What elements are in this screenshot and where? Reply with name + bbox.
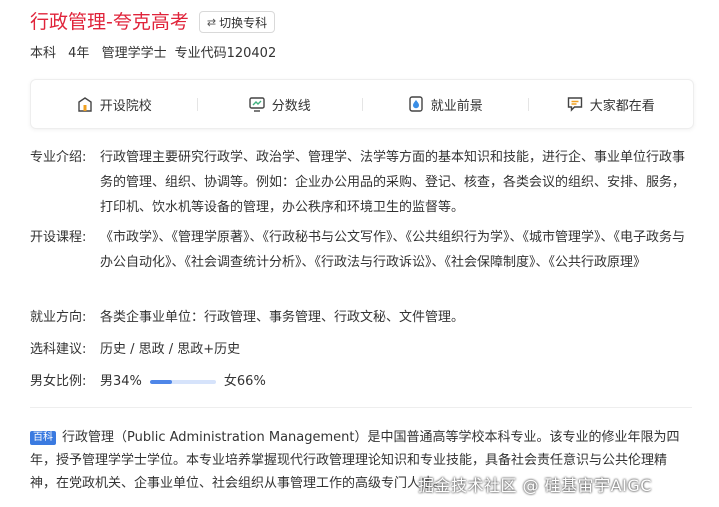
male-ratio: 男34% — [100, 374, 142, 389]
tab-popular[interactable]: 大家都在看 — [527, 80, 694, 128]
switch-level-button[interactable]: ⇄ 切换专科 — [198, 11, 276, 33]
swap-icon: ⇄ — [206, 15, 217, 29]
watermark: 掘金技术社区 @ 硅基宙宇AIGC — [418, 476, 652, 495]
school-icon — [78, 97, 92, 112]
meta-duration: 4年 — [68, 46, 90, 61]
tab-employment[interactable]: 就业前景 — [362, 80, 528, 128]
tab-scores[interactable]: 分数线 — [196, 80, 363, 128]
employment-text: 各类企事业单位：行政管理、事务管理、行政文秘、文件管理。 — [100, 310, 465, 325]
ratio-row: 男34% 女66% — [100, 369, 690, 394]
tab-scores-label: 分数线 — [271, 98, 311, 114]
subjects-label: 选科建议: — [30, 342, 87, 357]
section-divider — [30, 407, 692, 408]
page-title: 行政管理-夸克高考 — [30, 8, 189, 36]
title-main: 行政管理 — [30, 11, 107, 33]
switch-level-label: 切换专科 — [219, 15, 268, 30]
major-meta: 本科 4年 管理学学士 专业代码120402 — [30, 42, 284, 61]
title-separator: - — [106, 11, 113, 33]
courses-label: 开设课程: — [30, 230, 87, 245]
ratio-label: 男女比例: — [30, 374, 87, 389]
meta-degree: 管理学学士 — [101, 46, 167, 61]
chat-icon — [567, 97, 582, 112]
major-tabs: 开设院校 分数线 就业前景 大家都在看 — [30, 79, 694, 129]
intro-section: 专业介绍: 行政管理主要研究行政学、政治学、管理学、法学等方面的基本知识和技能，… — [30, 145, 690, 220]
male-ratio-fill — [149, 379, 173, 384]
page-header: 行政管理-夸克高考 ⇄ 切换专科 — [30, 8, 276, 36]
tab-schools-label: 开设院校 — [99, 98, 152, 114]
courses-text: 《市政学》、《管理学原著》、《行政秘书与公文写作》、《公共组织行为学》、《城市管… — [100, 230, 686, 270]
subjects-section: 选科建议: 历史 / 思政 / 思政+历史 — [30, 337, 690, 362]
employment-label: 就业方向: — [30, 310, 87, 325]
monitor-icon — [249, 97, 265, 112]
tab-schools[interactable]: 开设院校 — [31, 80, 197, 128]
title-suffix: 夸克高考 — [112, 11, 189, 33]
intro-text: 行政管理主要研究行政学、政治学、管理学、法学等方面的基本知识和技能，进行企、事业… — [100, 150, 686, 215]
meta-level: 本科 — [30, 46, 57, 61]
baike-badge: 百科 — [30, 431, 56, 445]
female-ratio: 女66% — [223, 374, 266, 389]
intro-label: 专业介绍: — [30, 150, 87, 165]
ratio-section: 男女比例: 男34% 女66% — [30, 369, 690, 394]
courses-section: 开设课程: 《市政学》、《管理学原著》、《行政秘书与公文写作》、《公共组织行为学… — [30, 225, 690, 275]
drop-icon — [409, 96, 423, 112]
tab-employment-label: 就业前景 — [430, 98, 483, 114]
meta-code: 专业代码120402 — [174, 46, 277, 61]
gender-ratio-bar — [149, 379, 216, 384]
tab-popular-label: 大家都在看 — [589, 98, 655, 114]
employment-section: 就业方向: 各类企事业单位：行政管理、事务管理、行政文秘、文件管理。 — [30, 305, 690, 330]
subjects-text: 历史 / 思政 / 思政+历史 — [100, 342, 241, 357]
